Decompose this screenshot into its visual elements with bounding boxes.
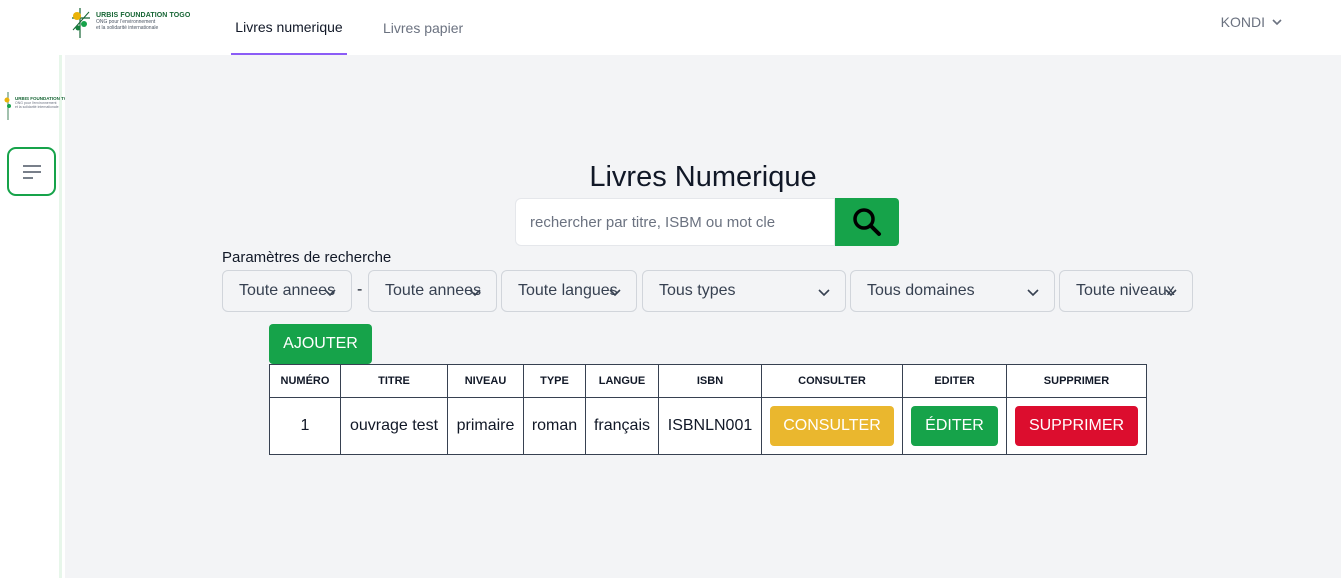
cell-supprimer: SUPPRIMER [1006,397,1147,455]
brand-logo[interactable]: URBIS FOUNDATION TOGO ONG pour l'environ… [70,6,200,42]
filter-domaines[interactable]: Tous domaines [850,270,1055,312]
col-header-niveau: NIVEAU [447,364,524,398]
col-header-supprimer: SUPPRIMER [1006,364,1147,398]
cell-titre: ouvrage test [340,397,448,455]
table-row: 1 ouvrage test primaire roman français I… [269,397,1147,455]
cell-type: roman [523,397,586,455]
cell-numero: 1 [269,397,341,455]
col-header-titre: TITRE [340,364,448,398]
add-button[interactable]: AJOUTER [269,324,372,364]
filter-niveaux[interactable]: Toute niveaux [1059,270,1193,312]
delete-button[interactable]: SUPPRIMER [1015,406,1138,446]
chevron-down-icon [1165,289,1177,297]
search-params-label: Paramètres de recherche [222,249,392,266]
cell-langue: français [585,397,659,455]
filter-types-value: Tous types [659,282,736,299]
col-header-langue: LANGUE [585,364,659,398]
filter-annee-fin-value: Toute annees [385,282,482,299]
chevron-down-icon [818,289,830,297]
main-content: Livres Numerique Paramètres de recherche… [65,55,1341,578]
col-header-editer: EDITER [902,364,1007,398]
filter-types[interactable]: Tous types [642,270,846,312]
edit-button[interactable]: ÉDITER [911,406,998,446]
sidebar-logo[interactable]: URBIS FOUNDATION TOGO ONG pour l'environ… [3,91,74,121]
search-bar [515,198,899,246]
col-header-type: TYPE [523,364,586,398]
chevron-down-icon [1272,19,1282,26]
filter-langues[interactable]: Toute langues [501,270,637,312]
top-navbar: URBIS FOUNDATION TOGO ONG pour l'environ… [0,0,1341,55]
tab-livres-numerique[interactable]: Livres numerique [231,0,347,55]
brand-name: URBIS FOUNDATION TOGO [96,12,191,19]
chevron-down-icon [469,289,481,297]
books-table: NUMÉRO TITRE NIVEAU TYPE LANGUE ISBN CON… [269,364,1147,455]
search-button[interactable] [835,198,899,246]
menu-toggle-button[interactable] [7,147,56,196]
globe-tree-icon [3,91,13,121]
globe-tree-icon [70,6,92,40]
cell-consulter: CONSULTER [761,397,903,455]
chevron-down-icon [1027,289,1039,297]
tab-livres-papier[interactable]: Livres papier [379,0,467,55]
page-title: Livres Numerique [589,161,817,193]
table-header-row: NUMÉRO TITRE NIVEAU TYPE LANGUE ISBN CON… [269,364,1147,398]
filter-annee-fin[interactable]: Toute annees [368,270,497,312]
search-input[interactable] [515,198,835,246]
brand-tagline-2: et la solidarité internationale [96,25,159,31]
chevron-down-icon [609,289,621,297]
consult-button[interactable]: CONSULTER [770,406,894,446]
col-header-consulter: CONSULTER [761,364,903,398]
year-range-separator: - [357,281,363,298]
filter-niveaux-value: Toute niveaux [1076,282,1175,299]
user-name: KONDI [1220,14,1265,30]
cell-isbn: ISBNLN001 [658,397,762,455]
filter-domaines-value: Tous domaines [867,282,975,299]
chevron-down-icon [324,289,336,297]
filter-annee-debut[interactable]: Toute annees [222,270,352,312]
filter-langues-value: Toute langues [518,282,618,299]
filter-annee-debut-value: Toute annees [239,282,336,299]
col-header-isbn: ISBN [658,364,762,398]
col-header-numero: NUMÉRO [269,364,341,398]
user-menu[interactable]: KONDI [1221,14,1283,30]
cell-editer: ÉDITER [902,397,1007,455]
hamburger-icon [22,164,41,179]
sidebar: URBIS FOUNDATION TOGO ONG pour l'environ… [0,55,74,578]
search-icon [853,208,881,236]
cell-niveau: primaire [447,397,524,455]
